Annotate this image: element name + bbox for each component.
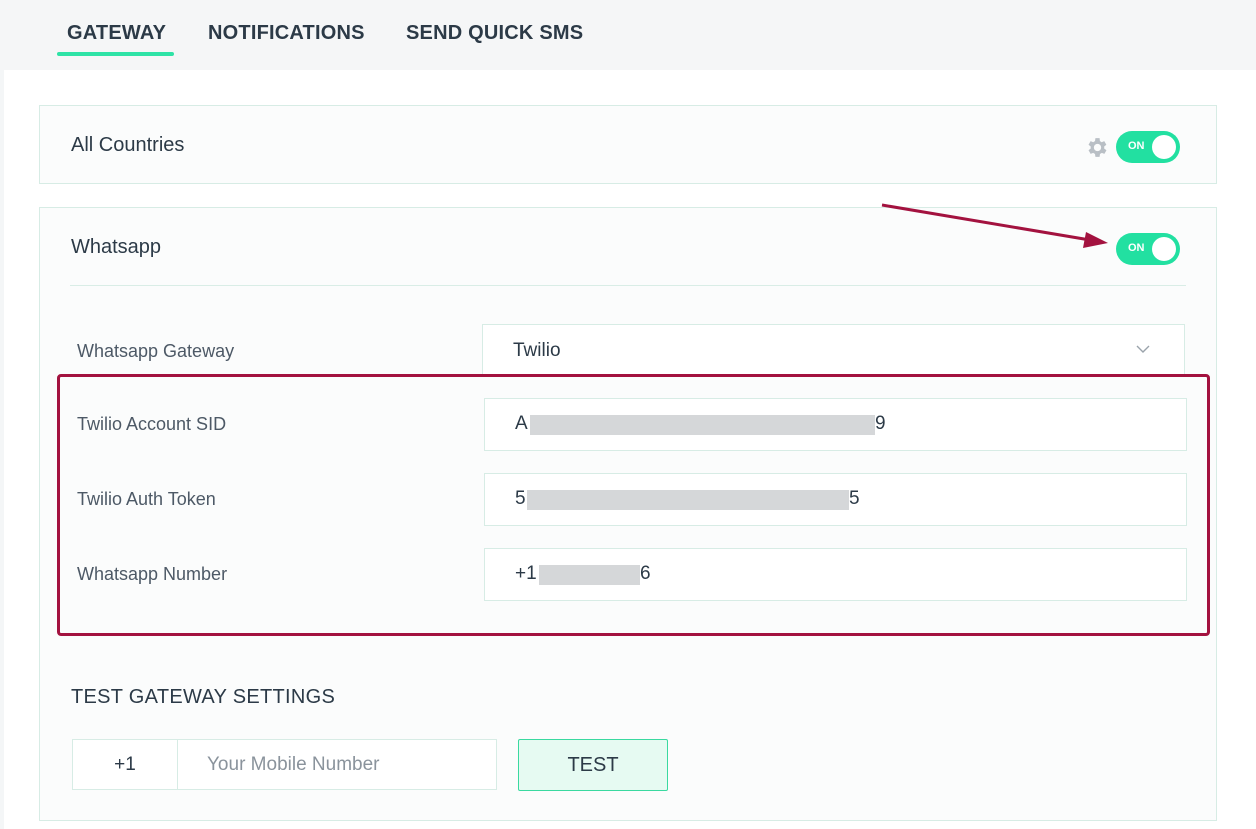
whatsapp-gateway-label: Whatsapp Gateway xyxy=(77,341,235,361)
whatsapp-toggle[interactable]: ON xyxy=(1116,233,1180,265)
section-divider xyxy=(70,285,1186,286)
toggle-on-label: ON xyxy=(1128,140,1145,152)
chevron-down-icon xyxy=(1136,345,1150,353)
mobile-number-input[interactable] xyxy=(177,739,497,790)
toggle-knob xyxy=(1152,237,1176,261)
all-countries-title: All Countries xyxy=(71,134,185,156)
all-countries-toggle[interactable]: ON xyxy=(1116,131,1180,163)
highlight-annotation xyxy=(57,374,1210,636)
whatsapp-gateway-select[interactable]: Twilio xyxy=(482,324,1185,376)
gateway-selected-value: Twilio xyxy=(513,340,561,361)
tab-gateway[interactable]: GATEWAY xyxy=(67,22,166,45)
country-code: +1 xyxy=(114,754,136,775)
test-gateway-heading: TEST GATEWAY SETTINGS xyxy=(71,686,336,708)
active-tab-indicator xyxy=(57,52,174,56)
country-code-box[interactable]: +1 xyxy=(72,739,178,790)
test-button[interactable]: TEST xyxy=(518,739,668,791)
gear-icon[interactable] xyxy=(1085,135,1110,160)
tab-send-quick-sms[interactable]: SEND QUICK SMS xyxy=(406,22,583,45)
tab-bar: GATEWAY NOTIFICATIONS SEND QUICK SMS xyxy=(0,0,1256,70)
toggle-on-label: ON xyxy=(1128,242,1145,254)
left-edge xyxy=(0,0,4,829)
toggle-knob xyxy=(1152,135,1176,159)
whatsapp-title: Whatsapp xyxy=(71,236,162,258)
all-countries-card: All Countries xyxy=(39,105,1217,184)
tab-notifications[interactable]: NOTIFICATIONS xyxy=(208,22,365,45)
